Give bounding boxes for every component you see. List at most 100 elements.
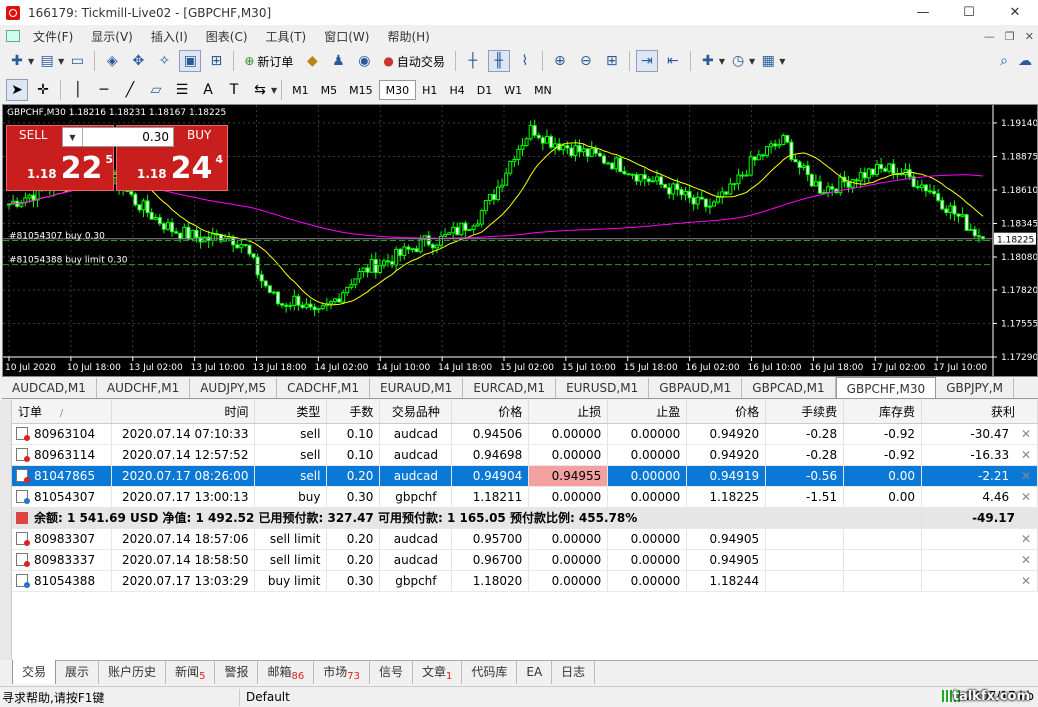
mdi-restore-button[interactable]: ❐	[1005, 30, 1015, 43]
crosshair-icon[interactable]: ✛	[32, 79, 54, 101]
table-row[interactable]: 81054307 2020.07.17 13:00:13 buy 0.30 gbpchf…	[12, 486, 1038, 508]
order-ticket[interactable]: 80963104	[12, 423, 113, 445]
close-order-icon[interactable]: ✕	[1021, 532, 1031, 546]
column-header[interactable]: 止损	[528, 400, 609, 424]
close-order-icon[interactable]: ✕	[1021, 574, 1031, 588]
metaeditor-icon[interactable]: ◆	[301, 50, 323, 72]
chat-icon[interactable]: ☁	[1018, 53, 1032, 69]
text-icon[interactable]: A	[197, 79, 219, 101]
close-chart-icon[interactable]: ▭	[66, 50, 88, 72]
market-icon[interactable]: ◉	[353, 50, 375, 72]
fibonacci-icon[interactable]: ☰	[171, 79, 193, 101]
search-icon[interactable]: ⌕	[1000, 53, 1008, 69]
zoom-out-icon[interactable]: ⊖	[575, 50, 597, 72]
column-header[interactable]: 交易品种	[379, 400, 453, 424]
menu-file[interactable]: 文件(F)	[24, 28, 82, 45]
autoscroll-icon[interactable]: ⇥	[635, 50, 658, 72]
close-order-icon[interactable]: ✕	[1021, 490, 1031, 504]
label-icon[interactable]: T	[223, 79, 245, 101]
chart-shift-icon[interactable]: ⇤	[662, 50, 684, 72]
menu-charts[interactable]: 图表(C)	[197, 28, 257, 45]
pending-order-row[interactable]: 81054388 2020.07.17 13:03:29 buy limit 0.30…	[12, 570, 1038, 592]
pending-order-row[interactable]: 80983337 2020.07.14 18:58:50 sell limit 0.2…	[12, 549, 1038, 571]
chart-tab[interactable]: CADCHF,M1	[277, 378, 371, 398]
column-header[interactable]: 订单 /	[12, 400, 113, 424]
menu-tools[interactable]: 工具(T)	[257, 28, 316, 45]
column-header[interactable]: 手续费	[765, 400, 845, 424]
new-chart-icon[interactable]: ✚	[6, 50, 28, 72]
timeframe-m30[interactable]: M30	[378, 80, 417, 100]
pending-order-row[interactable]: 80983307 2020.07.14 18:57:06 sell limit 0.2…	[12, 528, 1038, 550]
chevron-down-icon[interactable]: ▼	[28, 57, 34, 66]
column-header[interactable]: 库存费	[843, 400, 923, 424]
table-row[interactable]: 80963104 2020.07.14 07:10:33 sell 0.10 audca…	[12, 423, 1038, 445]
terminal-tab[interactable]: 信号	[370, 661, 413, 684]
chart-tab[interactable]: EURCAD,M1	[463, 378, 557, 398]
column-header[interactable]: 价格	[451, 400, 530, 424]
profiles-icon[interactable]: ▤	[36, 50, 58, 72]
chart-tab-active[interactable]: GBPCHF,M30	[835, 377, 937, 398]
terminal-tab[interactable]: 交易	[12, 660, 57, 684]
terminal-tab[interactable]: 邮箱86	[258, 661, 315, 684]
periods-icon[interactable]: ◷	[727, 50, 749, 72]
terminal-tab[interactable]: EA	[517, 661, 553, 684]
tile-windows-icon[interactable]: ⊞	[601, 50, 623, 72]
templates-icon[interactable]: ▦	[757, 50, 779, 72]
menu-help[interactable]: 帮助(H)	[378, 28, 438, 45]
table-row[interactable]: 80963114 2020.07.14 12:57:52 sell 0.10 audca…	[12, 444, 1038, 466]
column-header[interactable]: 手数	[326, 400, 381, 424]
zoom-in-icon[interactable]: ⊕	[549, 50, 571, 72]
arrows-icon[interactable]: ⇆	[249, 79, 271, 101]
timeframe-m5[interactable]: M5	[315, 80, 344, 100]
horizontal-line-icon[interactable]: ─	[93, 79, 115, 101]
terminal-tab[interactable]: 新闻5	[166, 661, 216, 684]
chart-tab[interactable]: AUDCHF,M1	[97, 378, 191, 398]
menu-view[interactable]: 显示(V)	[82, 28, 142, 45]
terminal-tab[interactable]: 展示	[56, 661, 100, 684]
trendline-icon[interactable]: ╱	[119, 79, 141, 101]
chart-tab[interactable]: GBPAUD,M1	[649, 378, 743, 398]
column-header[interactable]: 获利	[921, 400, 1038, 424]
order-ticket[interactable]: 81054388	[12, 570, 113, 592]
timeframe-mn[interactable]: MN	[528, 80, 558, 100]
data-window-icon[interactable]: ✧	[153, 50, 175, 72]
close-order-icon[interactable]: ✕	[1021, 469, 1031, 483]
order-ticket[interactable]: 80983337	[12, 549, 113, 571]
column-header[interactable]: 价格	[686, 400, 767, 424]
column-header[interactable]: 类型	[254, 400, 328, 424]
auto-trading-button[interactable]: ● 自动交易	[379, 50, 449, 72]
equidistant-channel-icon[interactable]: ▱	[145, 79, 167, 101]
candlestick-icon[interactable]: ╫	[487, 50, 510, 72]
close-window-button[interactable]: ✕	[992, 0, 1038, 25]
menu-insert[interactable]: 插入(I)	[142, 28, 197, 45]
order-ticket[interactable]: 81054307	[12, 486, 113, 508]
bar-chart-icon[interactable]: ┼	[462, 50, 484, 72]
column-header[interactable]: 时间	[111, 400, 256, 424]
order-ticket[interactable]: 81047865	[12, 465, 113, 487]
table-row[interactable]: 81047865 2020.07.17 08:26:00 sell 0.20 audca…	[12, 465, 1038, 487]
vertical-line-icon[interactable]: │	[67, 79, 89, 101]
navigator-icon[interactable]: ✥	[127, 50, 149, 72]
terminal-icon[interactable]: ▣	[179, 50, 202, 72]
close-order-icon[interactable]: ✕	[1021, 553, 1031, 567]
timeframe-h1[interactable]: H1	[416, 80, 443, 100]
indicators-icon[interactable]: ✚	[697, 50, 719, 72]
chart-tab[interactable]: GBPJPY,M	[936, 378, 1014, 398]
lot-size-value[interactable]: 0.30	[83, 128, 173, 146]
chart-window[interactable]: GBPCHF,M30 1.18216 1.18231 1.18167 1.182…	[2, 104, 1038, 377]
minimize-button[interactable]: —	[900, 0, 946, 25]
chevron-down-icon[interactable]: ▼	[719, 57, 725, 66]
close-order-icon[interactable]: ✕	[1021, 427, 1031, 441]
timeframe-m1[interactable]: M1	[286, 80, 315, 100]
terminal-tab[interactable]: 文章1	[413, 661, 463, 684]
lot-decrease-icon[interactable]: ▼	[63, 128, 83, 146]
chart-tab[interactable]: EURUSD,M1	[556, 378, 650, 398]
order-ticket[interactable]: 80963114	[12, 444, 113, 466]
terminal-tab[interactable]: 日志	[552, 661, 596, 684]
chart-tab[interactable]: EURAUD,M1	[370, 378, 464, 398]
signals-icon[interactable]: ♟	[327, 50, 349, 72]
menu-window[interactable]: 窗口(W)	[315, 28, 378, 45]
maximize-button[interactable]: ☐	[946, 0, 992, 25]
mdi-close-button[interactable]: ✕	[1025, 30, 1034, 43]
mdi-minimize-button[interactable]: —	[984, 30, 995, 43]
